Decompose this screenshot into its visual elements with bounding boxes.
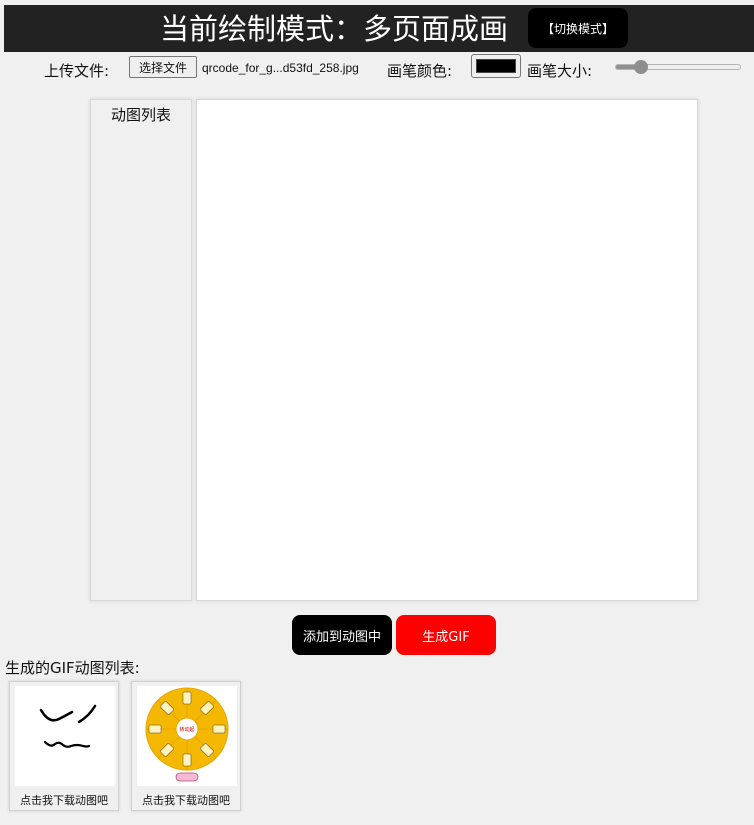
generate-gif-button[interactable]: 生成GIF: [396, 615, 496, 655]
switch-mode-button[interactable]: 【切换模式】: [528, 8, 628, 48]
wheel-center-text: 转动起: [179, 726, 194, 733]
slider-thumb[interactable]: [633, 60, 648, 74]
page-title: 当前绘制模式：多页面成画: [160, 12, 509, 46]
frame-list-title: 动图列表: [110, 106, 171, 124]
title-bar: 当前绘制模式：多页面成画: [4, 5, 754, 52]
prize-wheel-image: 转动起: [145, 687, 229, 782]
gif-item[interactable]: 转动起 点击我下载动图吧: [131, 681, 241, 811]
gif-thumbnail-wheel[interactable]: 转动起: [137, 686, 237, 786]
pen-color-picker[interactable]: [471, 54, 521, 78]
toolbar: 上传文件: 选择文件 qrcode_for_g...d53fd_258.jpg …: [0, 54, 754, 84]
gif-download-caption[interactable]: 点击我下载动图吧: [10, 792, 118, 808]
selected-file-name: qrcode_for_g...d53fd_258.jpg: [202, 61, 359, 75]
pen-size-slider[interactable]: [615, 60, 741, 74]
gif-list-title: 生成的GIF动图列表:: [5, 659, 140, 677]
add-to-animation-button[interactable]: 添加到动图中: [292, 615, 392, 655]
gif-thumbnail-face[interactable]: [15, 686, 115, 786]
pen-color-label: 画笔颜色:: [387, 62, 453, 80]
gif-download-caption[interactable]: 点击我下载动图吧: [132, 792, 240, 808]
pen-size-label: 画笔大小:: [527, 62, 593, 80]
drawing-canvas[interactable]: [196, 99, 698, 601]
choose-file-button[interactable]: 选择文件: [129, 56, 197, 78]
gif-item[interactable]: 点击我下载动图吧: [9, 681, 119, 811]
color-swatch: [476, 59, 516, 73]
upload-label: 上传文件:: [44, 62, 110, 80]
face-sketch-image: [39, 704, 97, 748]
animation-frame-list: 动图列表: [90, 99, 192, 601]
